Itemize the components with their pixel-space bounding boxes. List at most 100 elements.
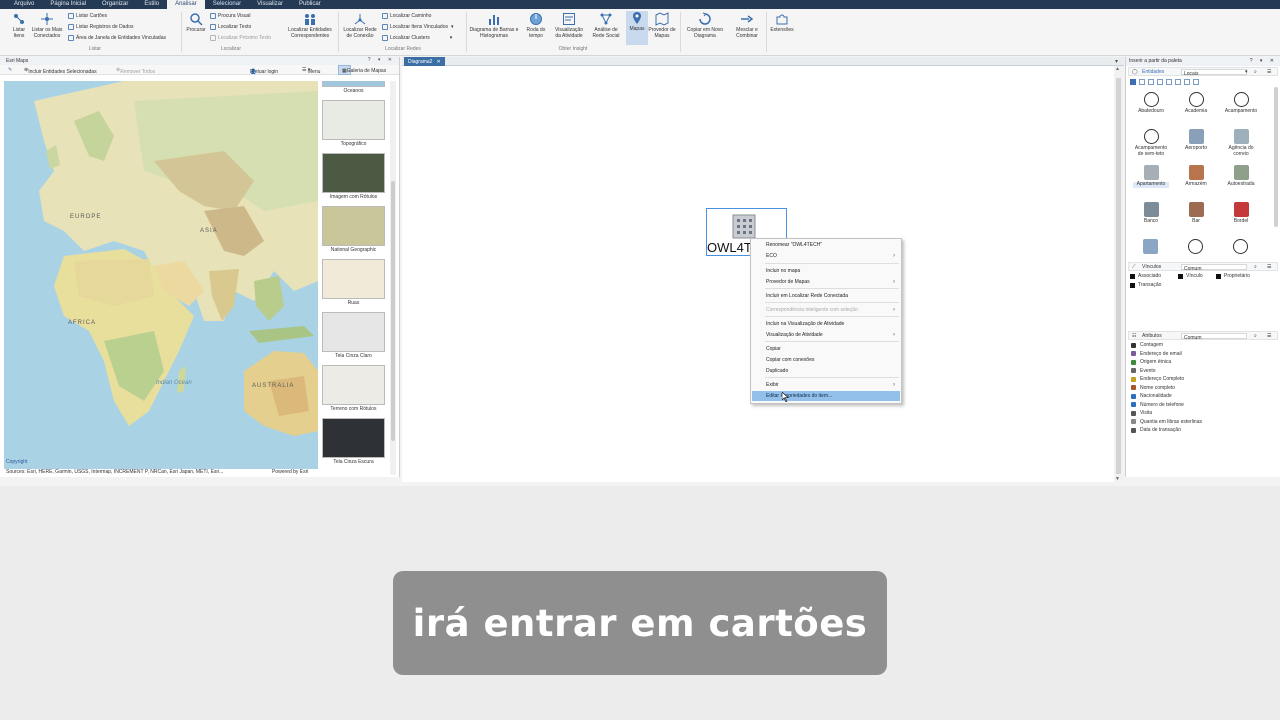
palette-item-icon[interactable] bbox=[1188, 239, 1203, 254]
gallery-item[interactable]: Tela Cinza Escura bbox=[322, 418, 385, 465]
context-menu-item[interactable]: Incluir na Visualização de Atividade bbox=[752, 319, 900, 329]
view-icon[interactable] bbox=[1130, 79, 1136, 85]
attribute-item[interactable]: Data de transação bbox=[1131, 427, 1181, 433]
canvas-scrollbar[interactable]: ▲ ▼ bbox=[1114, 66, 1123, 482]
context-menu-item[interactable]: Editar Propriedades do item... bbox=[752, 391, 900, 401]
listar-cartoes-button[interactable]: Listar Cartões bbox=[68, 13, 107, 19]
palette-item[interactable]: Armazém bbox=[1178, 165, 1214, 188]
vinculos-select[interactable]: Comum bbox=[1181, 264, 1247, 272]
link-type-item[interactable]: Transação bbox=[1130, 282, 1161, 288]
palette-tab-entidades[interactable]: Entidades bbox=[1142, 69, 1164, 75]
search-icon[interactable]: ⌕ bbox=[1254, 69, 1257, 75]
attribute-item[interactable]: Evento bbox=[1131, 368, 1156, 374]
gallery-scrollbar[interactable] bbox=[390, 81, 396, 475]
palette-item-icon[interactable] bbox=[1143, 239, 1158, 254]
provedor-mapas-button[interactable]: Provedor de Mapas bbox=[648, 12, 676, 39]
localizar-clusters-button[interactable]: Localizar Clusters ▾ bbox=[382, 35, 452, 41]
panel-controls-icon[interactable]: ? ▾ ✕ bbox=[368, 57, 395, 63]
search-icon[interactable]: ⌕ bbox=[1254, 264, 1257, 270]
listar-itens-button[interactable]: Listar Itens bbox=[8, 12, 30, 39]
analise-rede-button[interactable]: Análise de Rede Social bbox=[588, 12, 624, 39]
link-type-item[interactable]: Vínculo bbox=[1178, 273, 1203, 279]
context-menu-item[interactable]: Exibir › bbox=[752, 380, 900, 390]
gallery-item[interactable]: Terreno com Rótulos bbox=[322, 365, 385, 412]
palette-scrollbar[interactable] bbox=[1274, 87, 1278, 227]
localizar-entidades-button[interactable]: Localizar Entidades Correspondentes bbox=[284, 12, 336, 39]
chevron-down-icon[interactable]: ▾ bbox=[1245, 69, 1248, 75]
close-icon[interactable]: ✕ bbox=[436, 59, 440, 65]
link-type-item[interactable]: Proprietário bbox=[1216, 273, 1250, 279]
attribute-item[interactable]: Endereço de email bbox=[1131, 351, 1182, 357]
view-list-icon[interactable]: ☰ bbox=[1267, 69, 1271, 75]
tab-diagrama2[interactable]: Diagrama2 ✕ bbox=[404, 57, 445, 66]
menu-publicar[interactable]: Publicar bbox=[291, 0, 329, 9]
map-copyright[interactable]: Copyright bbox=[6, 459, 27, 465]
view-icon[interactable] bbox=[1175, 79, 1181, 85]
view-list-icon[interactable]: ☰ bbox=[1267, 264, 1271, 270]
view-list-icon[interactable]: ☰ bbox=[1267, 333, 1271, 339]
context-menu-item[interactable]: Correspondência inteligente com seleção › bbox=[752, 305, 900, 315]
scrollbar-thumb[interactable] bbox=[1116, 78, 1121, 474]
context-menu-item[interactable]: Visualização de Atividade › bbox=[752, 330, 900, 340]
scroll-up-icon[interactable]: ▲ bbox=[1115, 66, 1120, 72]
palette-item[interactable]: Acampamento de sem-teto bbox=[1133, 129, 1169, 157]
attribute-item[interactable]: Número de telefone bbox=[1131, 402, 1184, 408]
view-icon[interactable] bbox=[1148, 79, 1154, 85]
context-menu-item[interactable]: Copiar com conexões bbox=[752, 355, 900, 365]
palette-item[interactable]: Abatedouro bbox=[1133, 92, 1169, 115]
procurar-button[interactable]: Procurar bbox=[184, 12, 208, 34]
world-map[interactable]: EUROPE ASIA AFRICA AUSTRALIA Indian Ocea… bbox=[4, 81, 318, 469]
localizar-rede-button[interactable]: Localizar Rede de Conexão bbox=[340, 12, 380, 39]
gallery-item[interactable]: Oceanos bbox=[322, 81, 385, 94]
menu-estilo[interactable]: Estilo bbox=[136, 0, 167, 9]
gallery-item[interactable]: Tela Cinza Claro bbox=[322, 312, 385, 359]
context-menu-item[interactable]: Provedor de Mapas › bbox=[752, 277, 900, 287]
search-icon[interactable]: ⌕ bbox=[1254, 333, 1257, 339]
palette-item[interactable]: Academia bbox=[1178, 92, 1214, 115]
incluir-entidades-button[interactable]: ⊕ Incluir Entidades Selecionadas bbox=[24, 67, 97, 75]
view-icon[interactable] bbox=[1157, 79, 1163, 85]
menu-arquivo[interactable]: Arquivo bbox=[6, 0, 42, 9]
context-menu-item[interactable]: Renomear "OWL4TECH" bbox=[752, 240, 900, 250]
attribute-item[interactable]: Contagem bbox=[1131, 342, 1163, 348]
gallery-item[interactable]: Ruas bbox=[322, 259, 385, 306]
attribute-item[interactable]: Visita bbox=[1131, 410, 1152, 416]
menu-pagina-inicial[interactable]: Página Inicial bbox=[42, 0, 94, 9]
panel-controls-icon[interactable]: ? ▾ ✕ bbox=[1250, 57, 1277, 66]
scroll-down-icon[interactable]: ▼ bbox=[1115, 476, 1120, 482]
mesclar-button[interactable]: Mesclar e Combinar bbox=[730, 12, 764, 39]
palette-item[interactable]: Acampamento bbox=[1223, 92, 1259, 115]
localizar-proximo-button[interactable]: Localizar Próximo Texto bbox=[210, 35, 271, 41]
attribute-item[interactable]: Nome completo bbox=[1131, 385, 1175, 391]
chevron-down-icon[interactable]: ▾ bbox=[1115, 58, 1118, 65]
gallery-item[interactable]: Imagem com Rótulos bbox=[322, 153, 385, 200]
galeria-mapas-button[interactable]: ▦ Galeria de Mapas bbox=[338, 65, 386, 75]
palette-item[interactable]: Agência do correio bbox=[1223, 129, 1259, 157]
context-menu-item[interactable]: Incluir em Localizar Rede Conectada bbox=[752, 291, 900, 301]
area-janela-button[interactable]: Área de Janela de Entidades Vinculadas bbox=[68, 35, 166, 41]
visualizacao-atividade-button[interactable]: Visualização da Atividade bbox=[552, 12, 586, 39]
localizar-itens-button[interactable]: Localizar Itens Vinculados ▾ bbox=[382, 24, 454, 30]
menu-visualizar[interactable]: Visualizar bbox=[249, 0, 291, 9]
context-menu-item[interactable]: Duplicado bbox=[752, 366, 900, 376]
context-menu-item[interactable]: ECO › bbox=[752, 251, 900, 261]
attribute-item[interactable]: Nacionalidade bbox=[1131, 393, 1172, 399]
palette-item[interactable]: Banco bbox=[1133, 202, 1169, 225]
view-icon[interactable] bbox=[1184, 79, 1190, 85]
mapas-button[interactable]: Mapas bbox=[626, 11, 648, 45]
copiar-novo-diagrama-button[interactable]: Copiar em Novo Diagrama bbox=[682, 12, 728, 39]
link-type-item[interactable]: Associado bbox=[1130, 273, 1161, 279]
view-icon[interactable] bbox=[1166, 79, 1172, 85]
scrollbar-thumb[interactable] bbox=[391, 181, 395, 441]
palette-item[interactable]: Bordel bbox=[1223, 202, 1259, 225]
listar-conectados-button[interactable]: Listar os Mais Conectados bbox=[30, 12, 64, 39]
context-menu-item[interactable]: Copiar bbox=[752, 344, 900, 354]
palette-item[interactable]: Aeroporto bbox=[1178, 129, 1214, 152]
context-menu-item[interactable]: Incluir no mapa bbox=[752, 266, 900, 276]
localizar-caminho-button[interactable]: Localizar Caminho bbox=[382, 13, 431, 19]
attribute-item[interactable]: Origem étnica bbox=[1131, 359, 1171, 365]
extensoes-button[interactable]: Extensões bbox=[768, 12, 796, 34]
gallery-item[interactable]: Topográfico bbox=[322, 100, 385, 147]
listar-registros-button[interactable]: Listar Registros de Dados bbox=[68, 24, 134, 30]
diagrama-barras-button[interactable]: Diagrama de Barras e Histogramas bbox=[468, 12, 520, 39]
